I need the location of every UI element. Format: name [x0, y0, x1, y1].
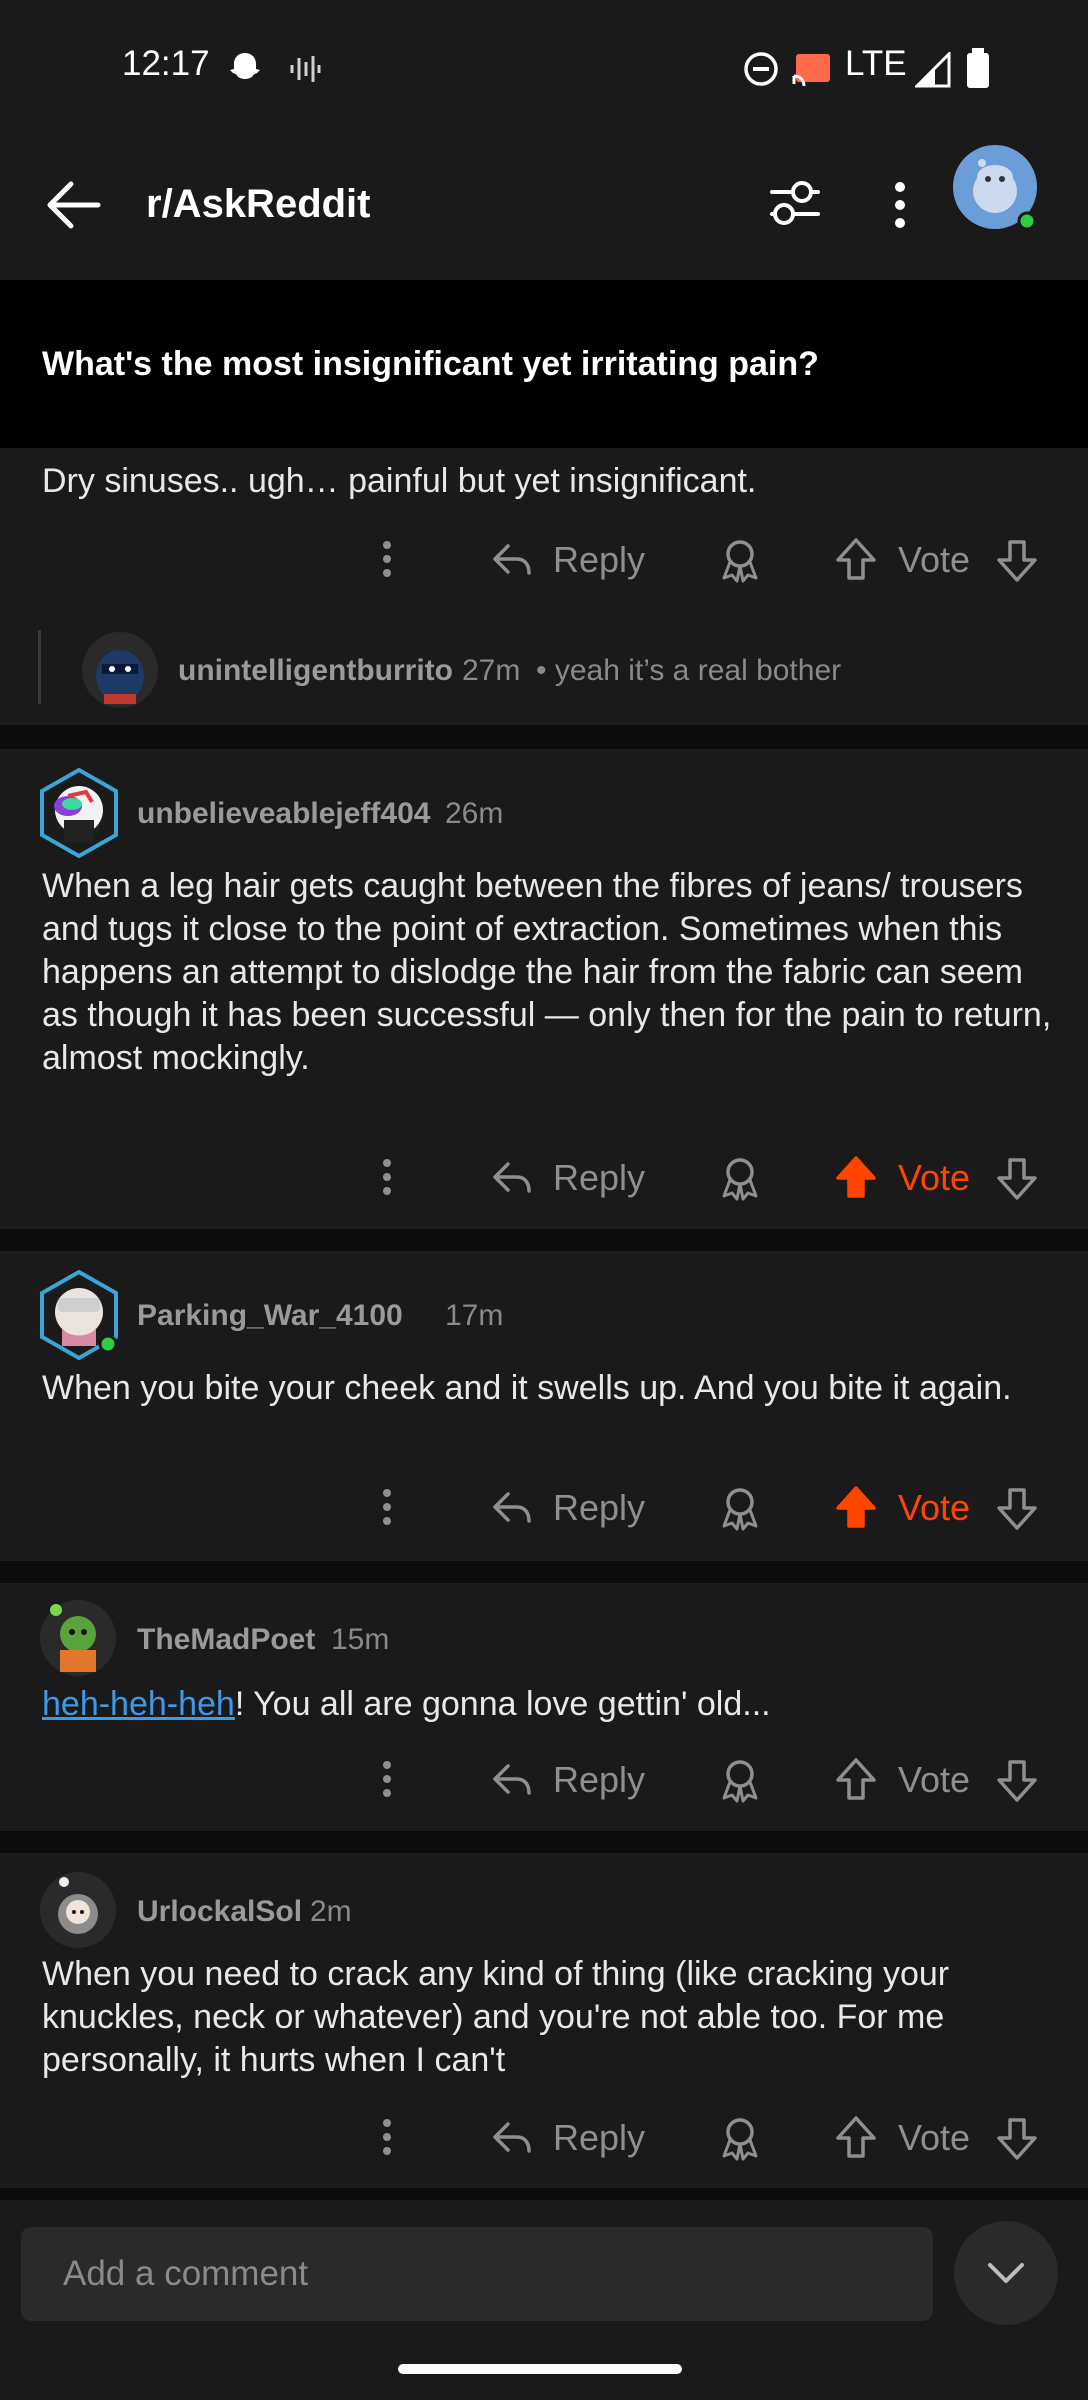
more-options-icon[interactable]: [372, 537, 402, 581]
add-comment-placeholder: Add a comment: [63, 2254, 309, 2293]
comment-body: heh-heh-heh! You all are gonna love gett…: [42, 1683, 1052, 1726]
award-icon[interactable]: [716, 536, 764, 584]
comment-body: When you bite your cheek and it swells u…: [42, 1369, 1012, 1407]
comment-body: When a leg hair gets caught between the …: [42, 867, 1052, 1077]
audio-icon: [290, 56, 321, 82]
reply-icon[interactable]: [490, 2118, 534, 2158]
upvote-icon[interactable]: [834, 2114, 878, 2160]
upvote-icon[interactable]: [834, 1484, 878, 1530]
dnd-icon: [744, 52, 778, 86]
reply-button[interactable]: Reply: [553, 1759, 645, 1801]
vote-label: Vote: [898, 1157, 971, 1198]
add-comment-input[interactable]: Add a comment: [21, 2227, 933, 2321]
upvote-icon[interactable]: [834, 1756, 878, 1802]
reply-button[interactable]: Reply: [553, 1487, 645, 1529]
cast-icon: [792, 54, 830, 87]
battery-icon: [967, 48, 989, 88]
comment-username[interactable]: unintelligentburrito: [178, 654, 453, 688]
back-arrow-icon[interactable]: [45, 180, 101, 230]
thread-line: [38, 630, 41, 704]
avatar[interactable]: [38, 1598, 118, 1678]
upvote-icon[interactable]: [834, 536, 878, 582]
comment-username[interactable]: Parking_War_4100: [137, 1299, 403, 1333]
snapchat-icon: [230, 53, 260, 79]
more-options-icon[interactable]: [372, 1485, 402, 1529]
avatar: [82, 632, 158, 708]
vote-label: Vote: [898, 2117, 971, 2158]
filter-icon[interactable]: [768, 178, 822, 228]
downvote-icon[interactable]: [995, 1156, 1039, 1202]
comment-link[interactable]: heh-heh-heh: [42, 1685, 235, 1723]
avatar[interactable]: [952, 145, 1042, 235]
comment-username[interactable]: UrlockalSol: [137, 1895, 302, 1929]
comment-body: When you need to crack any kind of thing…: [42, 1955, 950, 2079]
reply-preview[interactable]: • yeah it’s a real bother: [536, 654, 841, 688]
upvote-icon[interactable]: [834, 1154, 878, 1200]
status-time: 12:17: [122, 44, 210, 83]
network-label: LTE: [845, 44, 907, 83]
award-icon[interactable]: [716, 1756, 764, 1804]
avatar[interactable]: [38, 1870, 118, 1950]
separator: [0, 1831, 1088, 1853]
reply-icon[interactable]: [490, 1760, 534, 1800]
comment-time: 2m: [310, 1895, 352, 1928]
chevron-down-icon: [988, 2263, 1024, 2283]
separator: [0, 1561, 1088, 1583]
reply-icon[interactable]: [490, 1488, 534, 1528]
reply-button[interactable]: Reply: [553, 1157, 645, 1199]
comment-time: 27m: [462, 654, 521, 687]
downvote-icon[interactable]: [995, 538, 1039, 584]
subreddit-title[interactable]: r/AskReddit: [146, 182, 371, 227]
more-icon[interactable]: [887, 180, 913, 230]
award-icon[interactable]: [716, 2114, 764, 2162]
comment-username[interactable]: TheMadPoet: [137, 1623, 315, 1657]
award-icon[interactable]: [716, 1484, 764, 1532]
vote-label: Vote: [898, 1759, 971, 1800]
home-indicator[interactable]: [398, 2364, 682, 2374]
more-options-icon[interactable]: [372, 1757, 402, 1801]
avatar[interactable]: [38, 1270, 120, 1360]
separator: [0, 725, 1088, 749]
collapse-button[interactable]: [954, 2221, 1058, 2325]
vote-label: Vote: [898, 1487, 971, 1528]
award-icon[interactable]: [716, 1154, 764, 1202]
comment-time: 17m: [445, 1299, 504, 1332]
comment-username[interactable]: unbelieveablejeff404: [137, 797, 430, 831]
downvote-icon[interactable]: [995, 1486, 1039, 1532]
reply-button[interactable]: Reply: [553, 2117, 645, 2159]
post-title[interactable]: What's the most insignificant yet irrita…: [42, 345, 819, 384]
status-bar: 12:17 LTE: [0, 0, 1088, 135]
reply-icon[interactable]: [490, 1158, 534, 1198]
comment-time: 26m: [445, 797, 504, 830]
reply-icon[interactable]: [490, 540, 534, 580]
comment-body: Dry sinuses.. ugh… painful but yet insig…: [42, 462, 757, 500]
vote-label: Vote: [898, 539, 971, 580]
more-options-icon[interactable]: [372, 1155, 402, 1199]
more-options-icon[interactable]: [372, 2115, 402, 2159]
downvote-icon[interactable]: [995, 1758, 1039, 1804]
signal-icon: [915, 52, 951, 88]
separator: [0, 1229, 1088, 1251]
comment-text: ! You all are gonna love gettin' old...: [234, 1685, 771, 1723]
downvote-icon[interactable]: [995, 2116, 1039, 2162]
comment-time: 15m: [331, 1623, 390, 1656]
avatar[interactable]: [38, 768, 120, 858]
reply-button[interactable]: Reply: [553, 539, 645, 581]
